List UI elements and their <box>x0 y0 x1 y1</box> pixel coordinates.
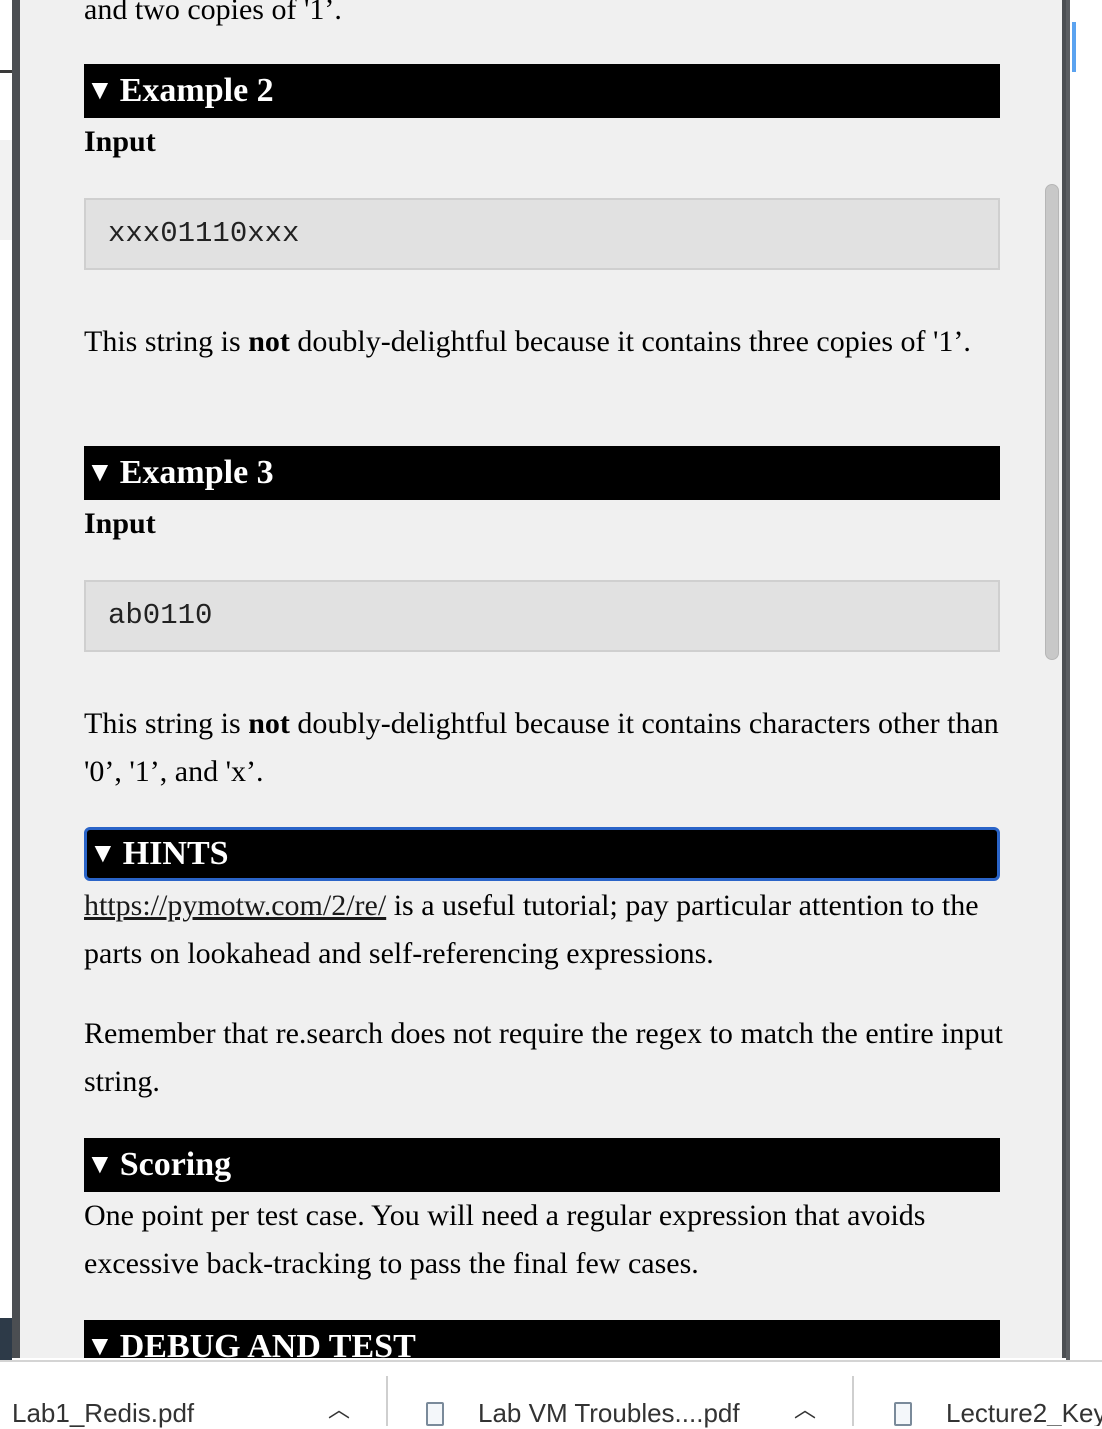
chevron-up-icon[interactable]: ︿ <box>328 1392 350 1424</box>
example-2-input-label: Input <box>84 125 156 158</box>
left-window-edge <box>0 0 12 1360</box>
download-filename: Lab VM Troubles....pdf <box>478 1398 740 1428</box>
download-item-3[interactable]: Lecture2_Key... <box>854 1362 1102 1426</box>
hints-paragraph-1: https://pymotw.com/2/re/ is a useful tut… <box>84 889 979 970</box>
hints-paragraph-2: Remember that re.search does not require… <box>84 1017 1003 1098</box>
example-2-explanation: This string is not doubly-delightful bec… <box>84 325 971 358</box>
download-bar: Lab1_Redis.pdf ︿ Lab VM Troubles....pdf … <box>0 1360 1102 1428</box>
hints-heading[interactable]: ▼ HINTS <box>84 827 1000 881</box>
scoring-heading[interactable]: ▼ Scoring <box>84 1138 1000 1192</box>
download-item-2[interactable]: Lab VM Troubles....pdf ︿ <box>388 1362 852 1428</box>
example-3-input-label: Input <box>84 507 156 540</box>
debug-and-test-heading[interactable]: ▼ DEBUG AND TEST <box>84 1320 1000 1358</box>
triangle-down-icon: ▼ <box>86 457 114 488</box>
download-filename: Lab1_Redis.pdf <box>12 1398 195 1428</box>
pymotw-link[interactable]: https://pymotw.com/2/re/ <box>84 889 386 922</box>
previous-explanation-fragment: and two copies of '1’. <box>84 0 342 26</box>
pdf-file-icon <box>894 1402 912 1426</box>
example-3-heading[interactable]: ▼ Example 3 <box>84 446 1000 500</box>
scrollbar-thumb[interactable] <box>1045 184 1059 660</box>
pdf-file-icon <box>426 1402 444 1426</box>
triangle-down-icon: ▼ <box>86 1149 114 1180</box>
download-filename: Lecture2_Key... <box>946 1398 1102 1426</box>
example-3-input-code: ab0110 <box>84 580 1000 652</box>
example-3-explanation: This string is not doubly-delightful bec… <box>84 707 999 788</box>
triangle-down-icon: ▼ <box>86 1331 114 1358</box>
triangle-down-icon: ▼ <box>86 75 114 106</box>
example-2-input-code: xxx01110xxx <box>84 198 1000 270</box>
chevron-up-icon[interactable]: ︿ <box>794 1392 816 1424</box>
download-item-1[interactable]: Lab1_Redis.pdf ︿ <box>0 1362 385 1428</box>
triangle-down-icon: ▼ <box>89 838 117 869</box>
right-window-edge <box>1066 0 1102 1360</box>
scoring-text: One point per test case. You will need a… <box>84 1199 926 1280</box>
example-2-heading[interactable]: ▼ Example 2 <box>84 64 1000 118</box>
